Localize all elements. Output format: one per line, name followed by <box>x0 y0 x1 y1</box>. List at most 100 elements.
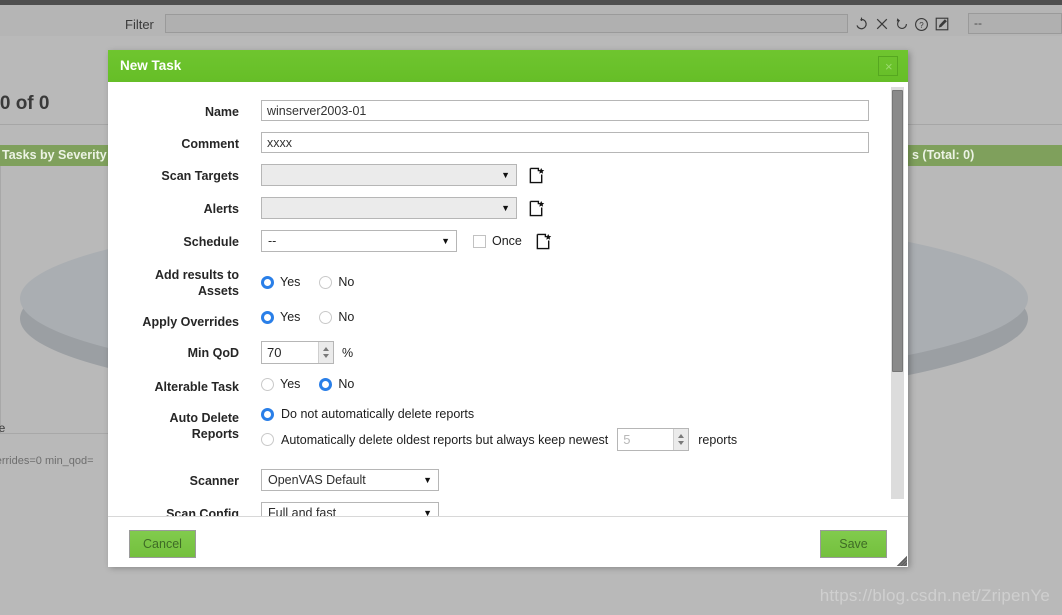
comment-label: Comment <box>181 137 239 151</box>
form-row-comment: Comment <box>108 132 888 153</box>
apply-overrides-no-label: No <box>338 310 355 324</box>
name-input[interactable] <box>261 100 869 121</box>
apply-overrides-yes-radio[interactable] <box>261 310 274 324</box>
svg-text:?: ? <box>919 20 924 29</box>
form-row-scan-targets: Scan Targets ▼ <box>108 164 888 186</box>
auto-delete-keep-option[interactable]: Do not automatically delete reports <box>261 407 737 421</box>
form-row-min-qod: Min QoD % <box>108 341 888 364</box>
new-task-dialog: New Task × Name Comment Scan Targets <box>108 50 908 567</box>
named-filter-select[interactable]: -- <box>968 13 1062 34</box>
min-qod-spinner-buttons[interactable] <box>318 342 333 363</box>
form-row-scanner: Scanner OpenVAS Default ▼ <box>108 469 888 491</box>
form-row-name: Name <box>108 100 888 121</box>
apply-overrides-no-radio[interactable] <box>319 310 333 324</box>
auto-delete-oldest-radio[interactable] <box>261 433 274 446</box>
auto-delete-count-stepper[interactable] <box>617 428 690 451</box>
alterable-task-no-radio[interactable] <box>319 377 333 391</box>
spinner-down-icon[interactable] <box>678 441 685 445</box>
min-qod-unit: % <box>342 345 354 360</box>
form-row-alterable-task: Alterable Task Yes No <box>108 375 888 395</box>
alterable-task-yes-radio[interactable] <box>261 377 274 391</box>
spinner-down-icon[interactable] <box>323 354 329 358</box>
schedule-label: Schedule <box>183 235 239 249</box>
auto-delete-count-input[interactable] <box>618 429 674 450</box>
background-label-text: le <box>0 421 6 435</box>
scan-config-value: Full and fast <box>268 506 337 516</box>
dialog-scrollbar-thumb[interactable] <box>892 90 903 372</box>
panel-header-tasks-total: s (Total: 0) <box>908 145 1062 166</box>
form-row-alerts: Alerts ▼ <box>108 197 888 219</box>
form-row-auto-delete-reports: Auto Delete Reports Do not automatically… <box>108 406 888 458</box>
min-qod-stepper[interactable] <box>261 341 334 364</box>
alerts-label: Alerts <box>203 202 239 216</box>
auto-delete-oldest-label: Automatically delete oldest reports but … <box>281 432 609 447</box>
undo-filter-icon[interactable] <box>893 15 910 33</box>
chevron-down-icon: ▼ <box>423 508 432 516</box>
alterable-task-no-label: No <box>338 377 355 391</box>
panel-header-tasks-by-severity: Tasks by Severity <box>0 145 120 166</box>
scan-config-label: Scan Config <box>166 507 239 516</box>
filter-label: Filter <box>125 17 154 32</box>
auto-delete-keep-label: Do not automatically delete reports <box>281 407 475 421</box>
dialog-footer: Cancel Save <box>108 516 908 567</box>
add-results-no-radio[interactable] <box>319 275 333 289</box>
edit-filter-icon[interactable] <box>933 15 950 33</box>
form-row-schedule: Schedule -- ▼ Once <box>108 230 888 252</box>
spinner-up-icon[interactable] <box>678 434 685 438</box>
auto-delete-oldest-option[interactable]: Automatically delete oldest reports but … <box>261 428 737 451</box>
comment-input[interactable] <box>261 132 869 153</box>
save-button[interactable]: Save <box>820 530 887 558</box>
dialog-content: Name Comment Scan Targets ▼ <box>108 82 908 516</box>
scanner-label: Scanner <box>189 474 239 488</box>
dialog-header: New Task × <box>108 50 908 82</box>
cancel-button[interactable]: Cancel <box>129 530 196 558</box>
filter-toolbar: Filter ? -- <box>0 5 1062 36</box>
add-results-no-label: No <box>338 275 355 289</box>
form-row-apply-overrides: Apply Overrides Yes No <box>108 310 888 330</box>
scanner-value: OpenVAS Default <box>268 473 366 487</box>
add-results-label-line2: Assets <box>198 284 239 298</box>
add-results-to-assets-label: Add results to Assets <box>108 263 239 299</box>
spinner-up-icon[interactable] <box>323 347 329 351</box>
add-results-yes-label: Yes <box>280 275 301 289</box>
resize-handle-icon[interactable] <box>890 549 907 566</box>
scan-targets-label: Scan Targets <box>161 169 239 183</box>
filter-input[interactable] <box>165 14 848 33</box>
help-icon[interactable]: ? <box>913 15 930 33</box>
watermark: https://blog.csdn.net/ZripenYe <box>819 586 1050 605</box>
chevron-down-icon: ▼ <box>501 203 510 213</box>
chevron-down-icon: ▼ <box>441 236 450 246</box>
alterable-task-label: Alterable Task <box>154 380 239 394</box>
auto-delete-keep-radio[interactable] <box>261 407 274 421</box>
new-schedule-icon[interactable] <box>535 233 552 250</box>
new-task-form: Name Comment Scan Targets ▼ <box>108 82 888 516</box>
auto-delete-spinner-buttons[interactable] <box>673 429 689 450</box>
auto-delete-reports-label: Auto Delete Reports <box>108 406 239 442</box>
auto-delete-label-line2: Reports <box>191 427 239 441</box>
add-results-yes-radio[interactable] <box>261 275 274 289</box>
apply-overrides-yes-label: Yes <box>280 310 301 324</box>
min-qod-label: Min QoD <box>187 346 239 360</box>
schedule-once-checkbox[interactable] <box>473 234 486 248</box>
schedule-select[interactable]: -- ▼ <box>261 230 457 252</box>
schedule-once-label: Once <box>492 234 522 248</box>
reset-filter-icon[interactable] <box>873 15 890 33</box>
add-results-label-line1: Add results to <box>154 268 239 282</box>
min-qod-input[interactable] <box>262 342 318 363</box>
refresh-filter-icon[interactable] <box>853 15 870 33</box>
auto-delete-label-line1: Auto Delete <box>169 411 239 425</box>
scan-config-select[interactable]: Full and fast ▼ <box>261 502 439 516</box>
new-alert-icon[interactable] <box>528 200 545 217</box>
close-icon[interactable]: × <box>878 56 898 76</box>
new-target-icon[interactable] <box>528 167 545 184</box>
filter-toolbar-icons: ? <box>853 15 950 33</box>
scan-targets-select[interactable]: ▼ <box>261 164 517 186</box>
scanner-select[interactable]: OpenVAS Default ▼ <box>261 469 439 491</box>
form-row-scan-config: Scan Config Full and fast ▼ <box>108 502 888 516</box>
dialog-title: New Task <box>120 58 182 73</box>
alterable-task-yes-label: Yes <box>280 377 301 391</box>
auto-delete-reports-word: reports <box>698 432 738 447</box>
result-count-text: s 0 of 0 <box>0 93 50 114</box>
alerts-select[interactable]: ▼ <box>261 197 517 219</box>
chevron-down-icon: ▼ <box>501 170 510 180</box>
